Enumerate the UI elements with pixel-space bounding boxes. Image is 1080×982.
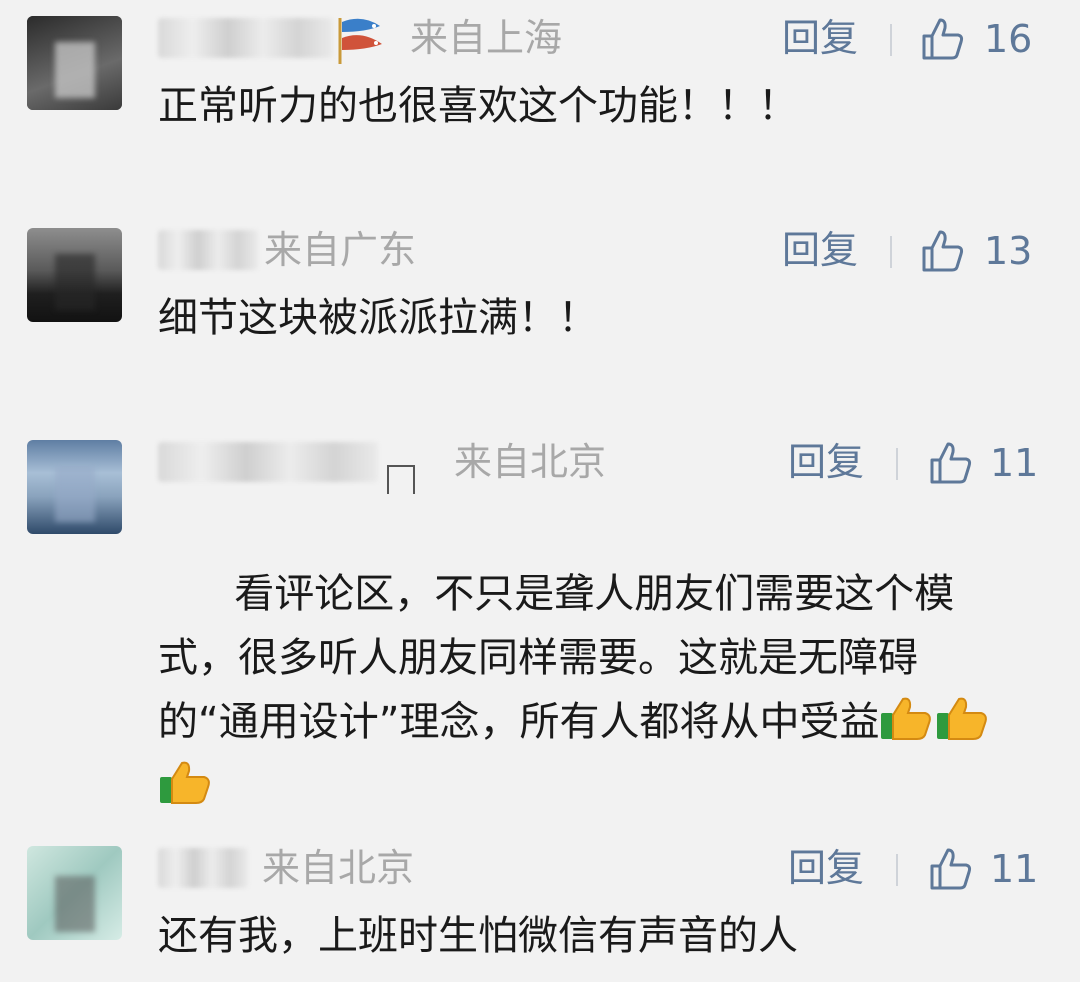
- location-label: 来自广东: [264, 228, 417, 272]
- comment-text: 细节这块被派派拉满！！: [158, 295, 598, 341]
- comment-text: 看评论区，不只是聋人朋友们需要这个模式，很多听人朋友同样需要。这就是无障碍的“通…: [158, 498, 1018, 882]
- reply-button[interactable]: 回复: [782, 16, 858, 60]
- thumbs-up-emoji-icon: [160, 761, 210, 804]
- corner-bracket-icon: [387, 465, 415, 494]
- thumbs-up-emoji-icon: [937, 697, 988, 740]
- divider: [896, 854, 898, 886]
- username-blurred[interactable]: [158, 848, 248, 888]
- thumbs-up-icon[interactable]: [920, 228, 966, 274]
- reply-button[interactable]: 回复: [782, 228, 858, 272]
- comment-text: 还有我，上班时生怕微信有声音的人: [158, 913, 798, 959]
- comment-text: 正常听力的也很喜欢这个功能！！！: [158, 83, 798, 129]
- thumbs-up-icon[interactable]: [920, 16, 966, 62]
- username-blurred[interactable]: [158, 230, 258, 270]
- avatar[interactable]: [27, 228, 122, 322]
- comment-feed: 来自上海 回复 16 正常听力的也很喜欢这个功能！！！ 来自广东 回复 13 细…: [0, 0, 1080, 982]
- fish-flag-icon: [338, 18, 382, 64]
- thumbs-up-icon[interactable]: [928, 440, 974, 486]
- thumbs-up-emoji-icon: [881, 697, 932, 740]
- divider: [890, 236, 892, 268]
- thumbs-up-icon[interactable]: [928, 846, 974, 892]
- like-count: 11: [990, 847, 1039, 891]
- like-count: 16: [984, 17, 1033, 61]
- divider: [890, 24, 892, 56]
- location-label: 来自上海: [410, 16, 563, 60]
- location-label: 来自北京: [454, 440, 607, 484]
- like-count: 11: [990, 441, 1039, 485]
- divider: [896, 448, 898, 480]
- username-blurred[interactable]: [158, 442, 378, 482]
- avatar[interactable]: [27, 440, 122, 534]
- avatar[interactable]: [27, 16, 122, 110]
- comment-text-content: 看评论区，不只是聋人朋友们需要这个模式，很多听人朋友同样需要。这就是无障碍的“通…: [158, 571, 955, 745]
- like-count: 13: [984, 229, 1033, 273]
- avatar[interactable]: [27, 846, 122, 940]
- reply-button[interactable]: 回复: [788, 440, 864, 484]
- username-blurred[interactable]: [158, 18, 333, 58]
- reply-button[interactable]: 回复: [788, 846, 864, 890]
- location-label: 来自北京: [262, 846, 415, 890]
